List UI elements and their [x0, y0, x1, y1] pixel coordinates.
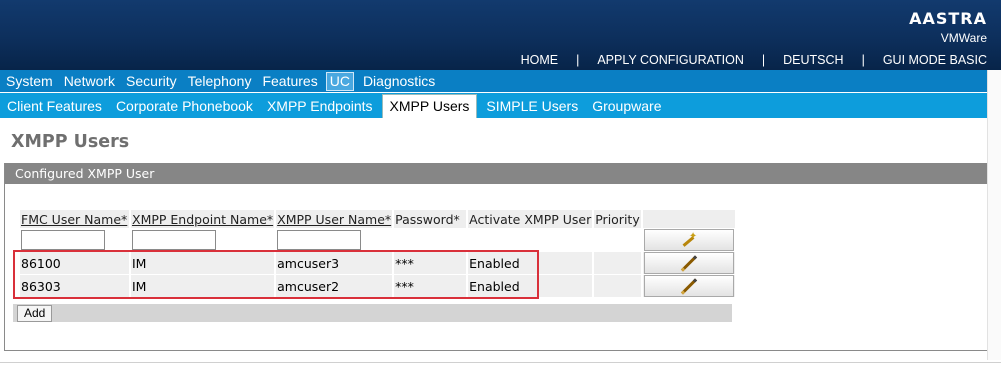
table-footer-bar: Add	[13, 304, 732, 322]
column-header-xmpp-user-name[interactable]: XMPP User Name*	[276, 210, 393, 228]
xmpp-endpoint-name-filter-input[interactable]	[132, 230, 216, 250]
menu-telephony[interactable]: Telephony	[182, 71, 257, 91]
cell-actions	[643, 252, 736, 274]
nav-separator: |	[761, 53, 766, 67]
home-link[interactable]: HOME	[517, 53, 563, 67]
tab-corporate-phonebook[interactable]: Corporate Phonebook	[109, 95, 260, 118]
filter-cell	[20, 229, 129, 251]
cell-priority	[594, 252, 642, 274]
gui-mode-link[interactable]: GUI MODE BASIC	[879, 53, 1001, 67]
column-header-password: Password*	[394, 210, 467, 228]
xmpp-user-name-filter-input[interactable]	[277, 230, 362, 250]
sub-menu: Client Features Corporate Phonebook XMPP…	[0, 93, 1001, 118]
product-name: VMWare	[940, 31, 987, 45]
tab-xmpp-users[interactable]: XMPP Users	[381, 94, 478, 118]
nav-separator: |	[861, 53, 865, 67]
edit-button[interactable]	[644, 275, 735, 297]
menu-features[interactable]: Features	[256, 71, 322, 91]
filter-row: ✦	[20, 229, 736, 251]
table-header-row: FMC User Name* XMPP Endpoint Name* XMPP …	[20, 210, 736, 228]
fmc-user-name-filter-input[interactable]	[21, 230, 105, 250]
filter-cell	[131, 229, 275, 251]
main-menu: System Network Security Telephony Featur…	[0, 70, 1001, 92]
tab-simple-users[interactable]: SIMPLE Users	[479, 95, 585, 118]
magic-wand-icon: ✦	[681, 231, 697, 247]
filter-cell	[276, 229, 393, 251]
divider	[0, 362, 1001, 363]
column-header-xmpp-endpoint-name[interactable]: XMPP Endpoint Name*	[131, 210, 275, 228]
language-deutsch-link[interactable]: DEUTSCH	[779, 53, 847, 67]
menu-uc[interactable]: UC	[325, 71, 354, 91]
app-header: AASTRA VMWare HOME | APPLY CONFIGURATION…	[0, 0, 1001, 70]
menu-security[interactable]: Security	[120, 71, 182, 91]
add-button[interactable]: Add	[17, 305, 53, 322]
column-header-fmc-user-name[interactable]: FMC User Name*	[20, 210, 129, 228]
edit-button[interactable]	[644, 252, 735, 274]
pencil-icon	[681, 277, 698, 295]
aastra-logo: AASTRA	[909, 9, 987, 28]
tab-groupware[interactable]: Groupware	[585, 95, 668, 118]
menu-system[interactable]: System	[0, 71, 58, 91]
filter-cell	[394, 229, 467, 251]
column-header-actions	[643, 210, 736, 228]
top-navigation: HOME | APPLY CONFIGURATION | DEUTSCH | G…	[517, 53, 1001, 67]
highlight-box	[13, 250, 539, 299]
tab-xmpp-endpoints[interactable]: XMPP Endpoints	[260, 95, 380, 118]
page-title: XMPP Users	[11, 132, 130, 152]
apply-configuration-link[interactable]: APPLY CONFIGURATION	[593, 53, 748, 67]
cell-actions	[643, 275, 736, 297]
column-header-priority: Priority	[594, 210, 642, 228]
column-header-activate-xmpp-user: Activate XMPP User	[468, 210, 593, 228]
menu-diagnostics[interactable]: Diagnostics	[357, 71, 440, 91]
menu-network[interactable]: Network	[58, 71, 120, 91]
filter-cell	[594, 229, 642, 251]
panel-title: Configured XMPP User	[5, 163, 989, 184]
cell-priority	[594, 275, 642, 297]
filter-cell: ✦	[643, 229, 736, 251]
filter-button[interactable]: ✦	[644, 229, 735, 251]
nav-separator: |	[576, 53, 580, 67]
tab-client-features[interactable]: Client Features	[0, 95, 109, 118]
pencil-icon	[681, 254, 698, 272]
scrollbar-track[interactable]	[987, 70, 1001, 360]
filter-cell	[468, 229, 593, 251]
